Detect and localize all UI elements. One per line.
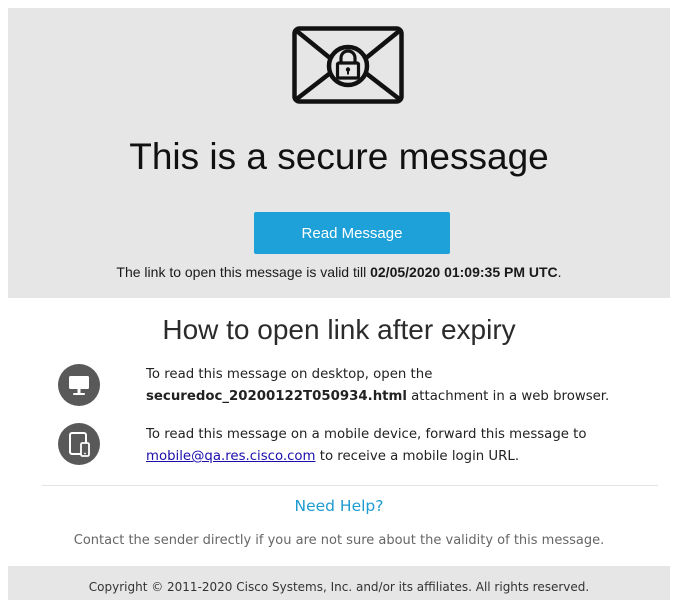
expiry-instructions-heading: How to open link after expiry (162, 314, 516, 345)
desktop-instructions-line2: attachment in a web browser. (406, 389, 610, 404)
page-title: This is a secure message (129, 136, 549, 177)
mobile-icon-badge (58, 423, 100, 465)
desktop-instructions: To read this message on desktop, open th… (146, 364, 666, 408)
tablet-phone-icon (69, 432, 90, 457)
mobile-email-link[interactable]: mobile@qa.res.cisco.com (146, 449, 316, 464)
footer: Copyright © 2011-2020 Cisco Systems, Inc… (8, 566, 670, 600)
mobile-instructions-line1: To read this message on a mobile device,… (146, 427, 587, 442)
desktop-monitor-icon (69, 376, 89, 395)
validity-suffix: . (557, 264, 562, 280)
link-validity-text: The link to open this message is valid t… (8, 264, 670, 280)
secure-message-banner: This is a secure message Read Message Th… (8, 8, 670, 298)
mobile-instructions-line2: to receive a mobile login URL. (315, 449, 520, 464)
envelope-lock-icon (292, 26, 404, 104)
section-divider (42, 485, 658, 486)
attachment-filename: securedoc_20200122T050934.html (146, 389, 407, 404)
desktop-instructions-line1: To read this message on desktop, open th… (146, 367, 433, 382)
mobile-instructions: To read this message on a mobile device,… (146, 424, 666, 468)
read-message-button[interactable]: Read Message (254, 212, 450, 254)
validity-prefix: The link to open this message is valid t… (116, 264, 371, 280)
need-help-link[interactable]: Need Help? (0, 497, 678, 515)
contact-sender-text: Contact the sender directly if you are n… (73, 533, 605, 548)
copyright-text: Copyright © 2011-2020 Cisco Systems, Inc… (88, 580, 590, 594)
validity-datetime: 02/05/2020 01:09:35 PM UTC (370, 264, 558, 280)
desktop-icon-badge (58, 364, 100, 406)
